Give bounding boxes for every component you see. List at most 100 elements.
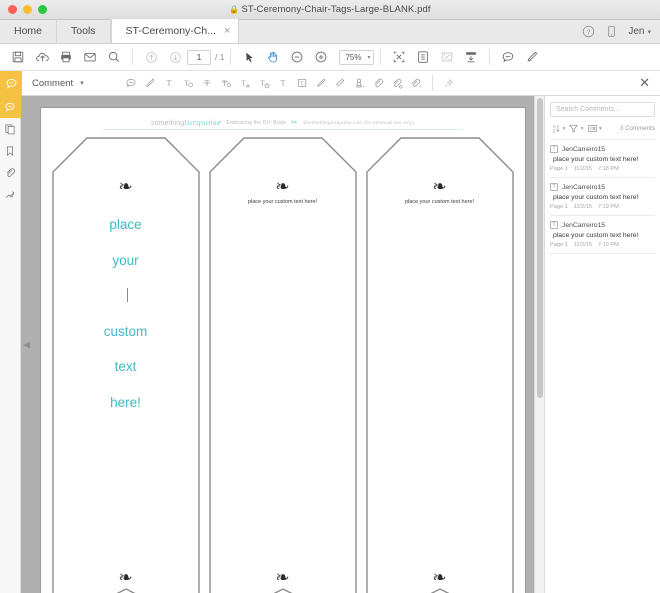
pin-toolbar-icon[interactable] xyxy=(439,72,458,94)
replace-text-icon[interactable]: T xyxy=(217,72,236,94)
fit-page-icon[interactable] xyxy=(411,45,435,69)
document-viewport[interactable]: ◀ ▶ somethingturquoise Embracing the DIY… xyxy=(21,96,544,593)
chevron-down-icon: ▾ xyxy=(647,28,651,36)
sidebar-signatures-icon[interactable] xyxy=(0,184,21,206)
svg-text:T: T xyxy=(167,79,172,88)
sticky-note-icon[interactable] xyxy=(122,72,141,94)
document-brand-header: somethingturquoise Embracing the DIY Bri… xyxy=(41,118,525,127)
mobile-link-icon[interactable] xyxy=(605,25,618,38)
fit-width-icon[interactable] xyxy=(435,45,459,69)
comment-date: 11/2/15 xyxy=(573,204,592,210)
toolbar-divider xyxy=(132,49,133,65)
help-icon[interactable]: ? xyxy=(582,25,595,38)
add-note-to-text-icon[interactable]: T xyxy=(255,72,274,94)
highlighter-pen-icon[interactable] xyxy=(520,45,544,69)
cloud-upload-icon[interactable] xyxy=(30,45,54,69)
comment-menu[interactable]: Comment ▾ xyxy=(22,78,84,89)
sidebar-page-thumbnails-icon[interactable] xyxy=(0,118,21,140)
page-navigation: 1 / 1 xyxy=(187,49,224,65)
comment-options-icon[interactable]: ▾ xyxy=(587,123,602,134)
email-icon[interactable] xyxy=(78,45,102,69)
sidebar-comment-icon[interactable] xyxy=(0,96,21,118)
tab-tools[interactable]: Tools xyxy=(57,19,111,43)
add-text-icon[interactable]: T xyxy=(274,72,293,94)
add-attachment-icon[interactable] xyxy=(407,72,426,94)
text-box-icon[interactable]: T xyxy=(293,72,312,94)
text-comment-icon[interactable]: T xyxy=(179,72,198,94)
zoom-out-icon[interactable] xyxy=(285,45,309,69)
page-down-icon[interactable] xyxy=(163,45,187,69)
zoom-level-select[interactable]: 75% ▾ xyxy=(339,49,375,65)
annotation-tools: T T T T T T T T xyxy=(122,72,458,94)
tag-1[interactable]: ❧ place your custom text here! ❧ xyxy=(52,137,200,593)
comment-time: 7:19 PM xyxy=(597,204,619,210)
comment-toolbar: Comment ▾ T T T T T T T T ✕ xyxy=(0,70,660,96)
filter-icon[interactable]: ▾ xyxy=(568,123,584,134)
zoom-level-value: 75% xyxy=(345,52,362,62)
page-up-icon[interactable] xyxy=(139,45,163,69)
hand-tool-icon[interactable] xyxy=(261,45,285,69)
sort-az-icon[interactable]: AZ ▾ xyxy=(550,123,566,134)
brand-tagline: Embracing the DIY Bride xyxy=(226,119,286,126)
sidebar-bookmarks-icon[interactable] xyxy=(0,140,21,162)
svg-text:?: ? xyxy=(587,29,591,36)
stamp-icon[interactable] xyxy=(350,72,369,94)
record-audio-icon[interactable] xyxy=(388,72,407,94)
svg-text:T: T xyxy=(260,78,265,87)
comment-item[interactable]: T JenCarreiro15 place your custom text h… xyxy=(550,140,655,178)
text-box-comment-icon: T xyxy=(550,183,558,191)
tag-3[interactable]: ❧ place your custom text here! ❧ xyxy=(366,137,514,593)
search-input[interactable]: Search Comments... xyxy=(550,102,655,117)
close-icon[interactable]: × xyxy=(224,25,230,37)
brand-url: @somethingturquoise.com (for personal us… xyxy=(302,120,414,125)
attach-file-icon[interactable] xyxy=(369,72,388,94)
tab-document[interactable]: ST-Ceremony-Ch... × xyxy=(110,19,240,43)
comment-meta: Page 1 11/2/15 7:18 PM xyxy=(550,166,655,172)
comments-panel: Search Comments... AZ ▾ ▾ ▾ 3 Comments T… xyxy=(544,96,660,593)
save-icon[interactable] xyxy=(6,45,30,69)
tab-tools-label: Tools xyxy=(71,25,96,37)
flourish-ornament-icon: ❧ xyxy=(118,568,133,588)
text-box-comment-icon: T xyxy=(550,145,558,153)
comment-date: 11/2/15 xyxy=(573,166,592,172)
tag-2[interactable]: ❧ place your custom text here! ❧ xyxy=(209,137,357,593)
comment-author: JenCarreiro15 xyxy=(562,183,606,191)
nav-previous-icon[interactable]: ◀ xyxy=(23,339,30,350)
comments-filter-bar: AZ ▾ ▾ ▾ 3 Comments xyxy=(550,123,655,140)
comment-text: place your custom text here! xyxy=(553,156,639,163)
tab-home[interactable]: Home xyxy=(0,19,58,43)
comment-date: 11/2/15 xyxy=(573,242,592,248)
comment-page: Page 1 xyxy=(550,242,568,248)
chevron-down-icon: ▾ xyxy=(367,54,371,61)
comment-page: Page 1 xyxy=(550,204,568,210)
search-icon[interactable] xyxy=(102,45,126,69)
marquee-zoom-icon[interactable] xyxy=(387,45,411,69)
pdf-page[interactable]: somethingturquoise Embracing the DIY Bri… xyxy=(40,108,525,593)
insert-text-icon[interactable]: T xyxy=(236,72,255,94)
select-cursor-icon[interactable] xyxy=(237,45,261,69)
scroll-mode-icon[interactable] xyxy=(459,45,483,69)
flourish-ornament-icon: ❧ xyxy=(275,177,290,197)
tag-1-line-2: your xyxy=(52,243,200,314)
user-menu[interactable]: Jen ▾ xyxy=(628,26,651,37)
highlight-text-icon[interactable] xyxy=(141,72,160,94)
strikethrough-text-icon[interactable]: T xyxy=(198,72,217,94)
eraser-icon[interactable] xyxy=(331,72,350,94)
pdf-reader-window: 🔒 ST-Ceremony-Chair-Tags-Large-BLANK.pdf … xyxy=(0,0,660,593)
comment-item[interactable]: T JenCarreiro15 place your custom text h… xyxy=(550,178,655,216)
tag-2-text: place your custom text here! xyxy=(247,199,318,205)
sidebar-attachments-icon[interactable] xyxy=(0,162,21,184)
scrollbar-thumb[interactable] xyxy=(537,98,543,398)
close-comment-toolbar-button[interactable]: ✕ xyxy=(639,75,660,91)
comment-bubble-icon[interactable] xyxy=(496,45,520,69)
comment-item[interactable]: T JenCarreiro15 place your custom text h… xyxy=(550,216,655,254)
comment-author: JenCarreiro15 xyxy=(562,221,606,229)
zoom-in-icon[interactable] xyxy=(309,45,333,69)
underline-text-icon[interactable]: T xyxy=(160,72,179,94)
comment-panel-icon[interactable] xyxy=(0,70,22,96)
print-icon[interactable] xyxy=(54,45,78,69)
toolbar-divider-4 xyxy=(489,49,491,65)
document-scrollbar[interactable] xyxy=(534,96,544,593)
page-number-input[interactable]: 1 xyxy=(187,49,211,65)
draw-free-form-icon[interactable] xyxy=(312,72,331,94)
